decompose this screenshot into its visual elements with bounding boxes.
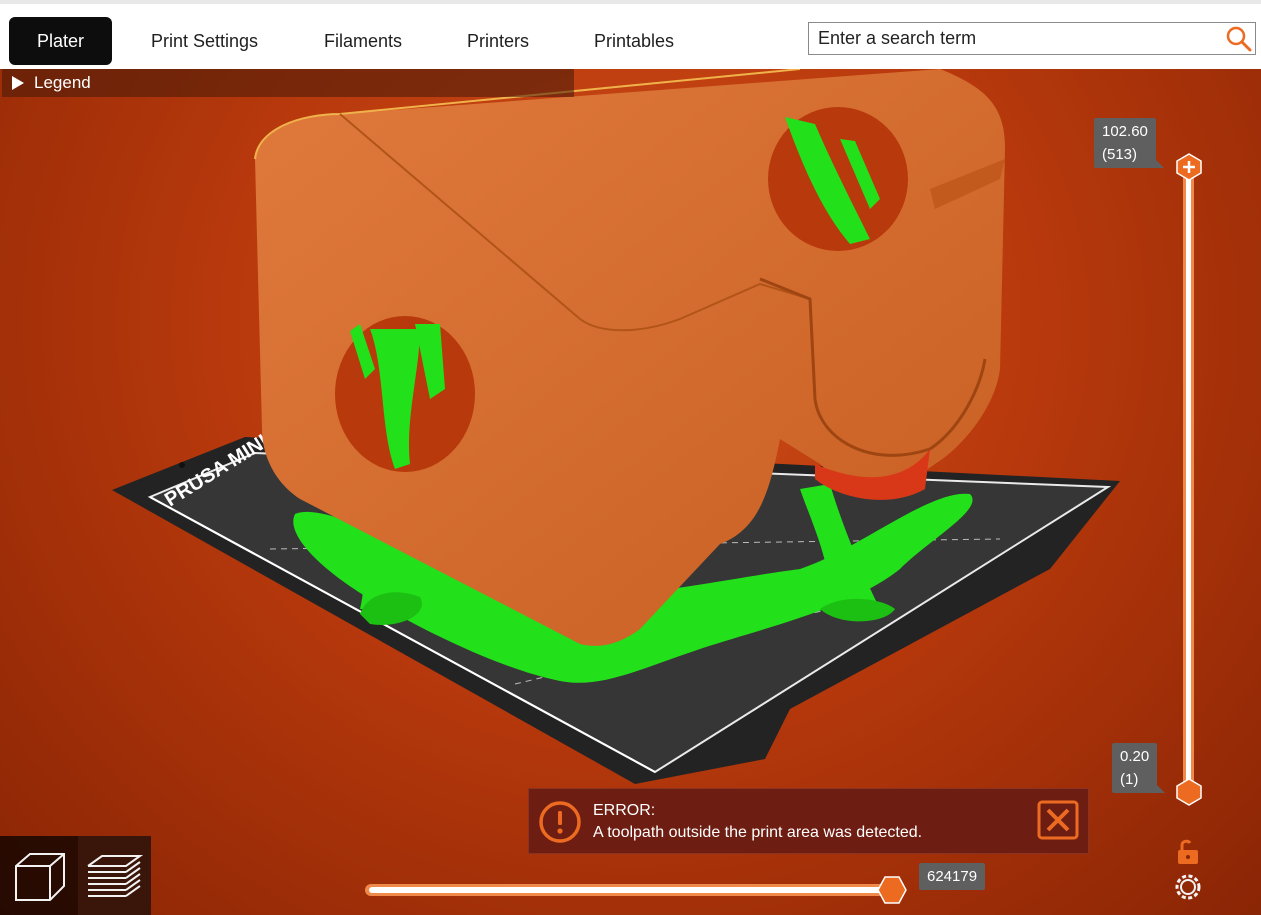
layer-bottom-tooltip: 0.20 (1) [1112, 743, 1166, 793]
tab-plater[interactable]: Plater [9, 17, 113, 65]
tab-printables[interactable]: Printables [566, 17, 702, 65]
tab-printers[interactable]: Printers [439, 17, 557, 65]
close-icon[interactable] [1037, 800, 1079, 840]
error-icon [539, 801, 581, 843]
layer-slider-range [1186, 174, 1191, 786]
error-notification: ERROR: A toolpath outside the print area… [528, 788, 1089, 854]
expand-triangle-icon [12, 76, 24, 90]
layer-slider-top-thumb[interactable] [1175, 153, 1203, 181]
layer-top-tooltip: 102.60 (513) [1094, 118, 1164, 168]
error-message: A toolpath outside the print area was de… [593, 824, 923, 841]
search-icon[interactable] [1225, 25, 1253, 53]
search-input[interactable] [809, 23, 1227, 54]
settings-gear-icon[interactable] [1173, 872, 1203, 902]
legend-label: Legend [34, 73, 91, 92]
3d-view-icon[interactable] [8, 844, 72, 908]
move-slider-tooltip: 624179 [919, 863, 986, 890]
top-tab-bar: Plater Print Settings Filaments Printers… [0, 0, 1261, 69]
tab-filaments[interactable]: Filaments [296, 17, 430, 65]
3d-viewport[interactable]: PRUSA MINI Legend 102.60 (513) 0.20 (1) … [0, 69, 1261, 915]
view-switcher [0, 836, 151, 915]
search-box [808, 22, 1256, 55]
tab-print-settings[interactable]: Print Settings [123, 17, 286, 65]
layer-slider-bottom-thumb[interactable] [1175, 778, 1203, 806]
move-slider-thumb[interactable] [877, 875, 907, 905]
layer-top-value: 102.60 [1102, 123, 1148, 140]
layer-top-number: (513) [1102, 146, 1138, 163]
layer-bottom-number: (1) [1120, 771, 1139, 788]
legend-header[interactable]: Legend [2, 69, 574, 97]
lock-open-icon[interactable] [1173, 837, 1203, 867]
layers-view-icon[interactable] [82, 844, 146, 908]
error-title: ERROR: [593, 802, 656, 819]
layer-bottom-value: 0.20 [1120, 748, 1150, 765]
move-slider-range [369, 887, 889, 893]
